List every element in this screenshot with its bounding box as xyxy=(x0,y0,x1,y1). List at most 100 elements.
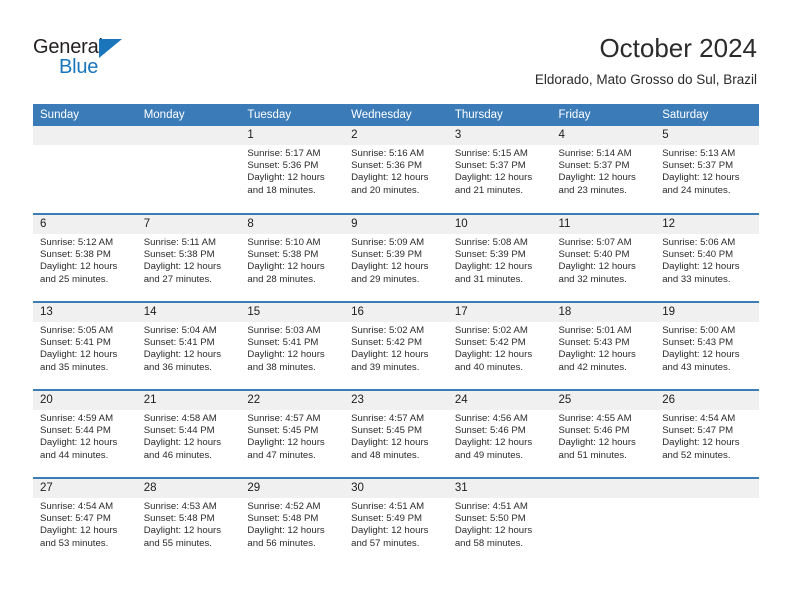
day-details: Sunrise: 4:55 AM Sunset: 5:46 PM Daylight:… xyxy=(552,410,656,462)
day-cell-inner: 7 Sunrise: 5:11 AM Sunset: 5:38 PM Daylight… xyxy=(136,215,241,301)
day-detail-sunset-text: Sunset: 5:40 PM xyxy=(662,249,734,261)
day-detail-daylight-1-text: Daylight: 12 hours xyxy=(40,525,118,537)
day-detail-sunrise-text: Sunrise: 4:58 AM xyxy=(143,413,217,424)
day-detail-daylight-1-text: Daylight: 12 hours xyxy=(40,437,118,449)
day-detail-daylight-2-text: and 48 minutes. xyxy=(351,449,420,461)
day-detail-sunrise-text: Sunrise: 5:06 AM xyxy=(662,237,736,248)
calendar-day-cell[interactable]: 12 Sunrise: 5:06 AM Sunset: 5:40 PM Dayligh… xyxy=(655,213,759,302)
calendar-day-cell[interactable]: 6 Sunrise: 5:12 AM Sunset: 5:38 PM Daylight… xyxy=(33,213,137,302)
day-detail-daylight-2-text: and 42 minutes. xyxy=(558,361,627,373)
day-detail-sunrise-text: Sunrise: 5:02 AM xyxy=(454,325,528,336)
day-detail-daylight-1-text: Daylight: 12 hours xyxy=(454,172,533,184)
day-detail-sunset-text: Sunset: 5:42 PM xyxy=(351,337,423,349)
day-details: Sunrise: 5:11 AM Sunset: 5:38 PM Daylight:… xyxy=(137,234,241,286)
day-detail-daylight-1-text: Daylight: 12 hours xyxy=(558,172,636,184)
calendar-day-cell[interactable]: 15 Sunrise: 5:03 AM Sunset: 5:41 PM Dayligh… xyxy=(240,301,345,390)
day-detail-daylight-1-text: Daylight: 12 hours xyxy=(40,261,118,273)
day-detail-daylight-1-text: Daylight: 12 hours xyxy=(247,525,325,537)
day-detail-sunrise-text: Sunrise: 5:09 AM xyxy=(351,237,425,248)
day-details: Sunrise: 4:57 AM Sunset: 5:45 PM Daylight:… xyxy=(240,410,344,462)
calendar-day-cell[interactable]: 10 Sunrise: 5:08 AM Sunset: 5:39 PM Dayligh… xyxy=(447,213,552,302)
calendar-day-cell[interactable]: 11 Sunrise: 5:07 AM Sunset: 5:40 PM Dayligh… xyxy=(551,213,656,302)
calendar-day-cell[interactable]: 28 Sunrise: 4:53 AM Sunset: 5:48 PM Dayligh… xyxy=(136,477,241,566)
day-details: Sunrise: 5:05 AM Sunset: 5:41 PM Daylight:… xyxy=(33,322,137,374)
day-detail-daylight-1-text: Daylight: 12 hours xyxy=(247,172,325,184)
calendar-day-cell[interactable]: 30 Sunrise: 4:51 AM Sunset: 5:49 PM Dayligh… xyxy=(344,477,448,566)
day-detail-sunset-text: Sunset: 5:37 PM xyxy=(558,160,630,172)
day-number: 25 xyxy=(551,391,656,410)
calendar-day-cell[interactable]: 19 Sunrise: 5:00 AM Sunset: 5:43 PM Dayligh… xyxy=(655,301,759,390)
day-detail-daylight-2-text: and 49 minutes. xyxy=(454,449,524,461)
calendar-day-cell[interactable]: 23 Sunrise: 4:57 AM Sunset: 5:45 PM Dayligh… xyxy=(344,389,448,478)
calendar-day-cell[interactable]: 27 Sunrise: 4:54 AM Sunset: 5:47 PM Dayligh… xyxy=(33,477,137,566)
calendar-day-cell[interactable]: 25 Sunrise: 4:55 AM Sunset: 5:46 PM Dayligh… xyxy=(551,389,656,478)
day-detail-sunrise-text: Sunrise: 4:59 AM xyxy=(40,413,114,424)
brand-logo[interactable]: General Blue xyxy=(33,36,153,82)
calendar-day-cell[interactable]: 22 Sunrise: 4:57 AM Sunset: 5:45 PM Dayligh… xyxy=(240,389,345,478)
calendar-day-cell[interactable]: 13 Sunrise: 5:05 AM Sunset: 5:41 PM Dayligh… xyxy=(33,301,137,390)
calendar-day-cell[interactable]: 20 Sunrise: 4:59 AM Sunset: 5:44 PM Dayligh… xyxy=(33,389,137,478)
day-detail-sunrise-text: Sunrise: 5:12 AM xyxy=(40,237,114,248)
day-detail-sunset-text: Sunset: 5:41 PM xyxy=(247,337,319,349)
day-cell-inner: 3 Sunrise: 5:15 AM Sunset: 5:37 PM Daylight… xyxy=(447,126,552,213)
day-detail-sunrise-text: Sunrise: 5:07 AM xyxy=(558,237,632,248)
day-detail-daylight-1-text: Daylight: 12 hours xyxy=(454,525,533,537)
day-details: Sunrise: 5:13 AM Sunset: 5:37 PM Daylight:… xyxy=(655,145,759,197)
day-details: Sunrise: 4:57 AM Sunset: 5:45 PM Daylight:… xyxy=(344,410,448,462)
calendar-day-cell[interactable]: 26 Sunrise: 4:54 AM Sunset: 5:47 PM Dayligh… xyxy=(655,389,759,478)
day-cell-inner xyxy=(655,479,759,566)
day-cell-inner: 12 Sunrise: 5:06 AM Sunset: 5:40 PM Dayligh… xyxy=(655,215,759,301)
day-details: Sunrise: 4:58 AM Sunset: 5:44 PM Daylight:… xyxy=(137,410,241,462)
day-detail-sunset-text: Sunset: 5:44 PM xyxy=(40,425,111,437)
day-number: 26 xyxy=(655,391,759,410)
day-detail-sunset-text: Sunset: 5:36 PM xyxy=(247,160,319,172)
calendar-day-cell[interactable]: 14 Sunrise: 5:04 AM Sunset: 5:41 PM Dayligh… xyxy=(136,301,241,390)
day-number: 6 xyxy=(33,215,137,234)
day-detail-daylight-2-text: and 23 minutes. xyxy=(558,184,627,196)
weekday-header-thursday: Thursday xyxy=(447,104,552,126)
calendar-day-cell[interactable]: 16 Sunrise: 5:02 AM Sunset: 5:42 PM Dayligh… xyxy=(344,301,448,390)
calendar-page: General Blue October 2024 Eldorado, Mato… xyxy=(0,0,792,612)
day-cell-inner: 21 Sunrise: 4:58 AM Sunset: 5:44 PM Dayligh… xyxy=(136,391,241,477)
calendar-day-cell[interactable]: 24 Sunrise: 4:56 AM Sunset: 5:46 PM Dayligh… xyxy=(447,389,552,478)
day-details: Sunrise: 5:03 AM Sunset: 5:41 PM Daylight:… xyxy=(240,322,344,374)
day-detail-daylight-2-text: and 35 minutes. xyxy=(40,361,109,373)
day-detail-daylight-2-text: and 18 minutes. xyxy=(247,184,316,196)
calendar-day-cell[interactable]: 7 Sunrise: 5:11 AM Sunset: 5:38 PM Daylight… xyxy=(136,213,241,302)
calendar-day-cell[interactable]: 8 Sunrise: 5:10 AM Sunset: 5:38 PM Daylight… xyxy=(240,213,345,302)
day-detail-daylight-1-text: Daylight: 12 hours xyxy=(247,261,325,273)
calendar-day-cell[interactable]: 4 Sunrise: 5:14 AM Sunset: 5:37 PM Daylight… xyxy=(551,126,656,214)
calendar-day-cell[interactable]: 2 Sunrise: 5:16 AM Sunset: 5:36 PM Daylight… xyxy=(344,126,448,214)
calendar-day-cell[interactable]: 31 Sunrise: 4:51 AM Sunset: 5:50 PM Dayligh… xyxy=(447,477,552,566)
calendar-week-row: 13 Sunrise: 5:05 AM Sunset: 5:41 PM Dayligh… xyxy=(33,301,759,390)
day-detail-sunrise-text: Sunrise: 4:54 AM xyxy=(40,501,114,512)
calendar-day-cell xyxy=(33,126,137,214)
calendar-day-cell[interactable]: 5 Sunrise: 5:13 AM Sunset: 5:37 PM Daylight… xyxy=(655,126,759,214)
calendar-day-cell[interactable]: 1 Sunrise: 5:17 AM Sunset: 5:36 PM Daylight… xyxy=(240,126,345,214)
day-detail-sunset-text: Sunset: 5:36 PM xyxy=(351,160,423,172)
calendar-day-cell[interactable]: 18 Sunrise: 5:01 AM Sunset: 5:43 PM Dayligh… xyxy=(551,301,656,390)
day-number: 1 xyxy=(240,126,345,145)
day-cell-inner: 28 Sunrise: 4:53 AM Sunset: 5:48 PM Dayligh… xyxy=(136,479,241,566)
calendar-day-cell[interactable]: 21 Sunrise: 4:58 AM Sunset: 5:44 PM Dayligh… xyxy=(136,389,241,478)
calendar-day-cell[interactable]: 3 Sunrise: 5:15 AM Sunset: 5:37 PM Daylight… xyxy=(447,126,552,214)
day-number: 23 xyxy=(344,391,448,410)
calendar-day-cell[interactable]: 9 Sunrise: 5:09 AM Sunset: 5:39 PM Daylight… xyxy=(344,213,448,302)
day-detail-sunrise-text: Sunrise: 5:01 AM xyxy=(558,325,632,336)
day-detail-sunrise-text: Sunrise: 5:05 AM xyxy=(40,325,114,336)
day-details: Sunrise: 5:06 AM Sunset: 5:40 PM Daylight:… xyxy=(655,234,759,286)
day-detail-daylight-1-text: Daylight: 12 hours xyxy=(351,172,429,184)
day-details: Sunrise: 5:15 AM Sunset: 5:37 PM Daylight:… xyxy=(448,145,552,197)
day-number: 13 xyxy=(33,303,137,322)
page-title: October 2024 xyxy=(599,33,757,63)
day-detail-daylight-2-text: and 43 minutes. xyxy=(662,361,731,373)
day-detail-daylight-2-text: and 33 minutes. xyxy=(662,273,731,285)
day-details: Sunrise: 5:00 AM Sunset: 5:43 PM Daylight:… xyxy=(655,322,759,374)
day-details: Sunrise: 5:09 AM Sunset: 5:39 PM Daylight:… xyxy=(344,234,448,286)
calendar-day-cell[interactable]: 17 Sunrise: 5:02 AM Sunset: 5:42 PM Dayligh… xyxy=(447,301,552,390)
day-detail-daylight-1-text: Daylight: 12 hours xyxy=(662,349,740,361)
day-detail-sunset-text: Sunset: 5:48 PM xyxy=(143,513,215,525)
calendar-day-cell[interactable]: 29 Sunrise: 4:52 AM Sunset: 5:48 PM Dayligh… xyxy=(240,477,345,566)
day-details: Sunrise: 5:02 AM Sunset: 5:42 PM Daylight:… xyxy=(448,322,552,374)
day-cell-inner: 15 Sunrise: 5:03 AM Sunset: 5:41 PM Dayligh… xyxy=(240,303,345,389)
